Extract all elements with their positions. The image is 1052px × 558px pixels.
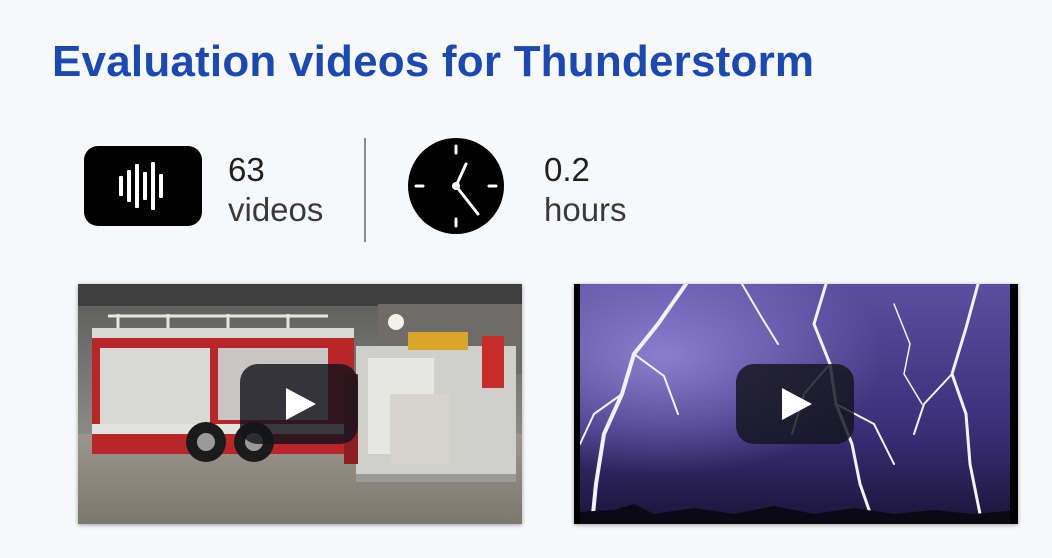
play-icon bbox=[286, 388, 316, 420]
page-title: Evaluation videos for Thunderstorm bbox=[52, 37, 815, 86]
hours-label: hours bbox=[544, 191, 627, 228]
play-button[interactable] bbox=[240, 364, 358, 444]
videos-stat-text: 63 videos bbox=[228, 150, 323, 230]
hours-count: 0.2 bbox=[544, 151, 590, 188]
stats-bar: 63 videos 0.2 hours bbox=[84, 138, 684, 242]
video-thumbnail-fire-trucks[interactable] bbox=[78, 284, 522, 524]
video-thumbnail-grid bbox=[78, 284, 1018, 524]
videos-count: 63 bbox=[228, 151, 265, 188]
hours-stat-text: 0.2 hours bbox=[544, 150, 627, 230]
video-waveform-icon bbox=[84, 146, 202, 231]
play-icon bbox=[782, 388, 812, 420]
video-thumbnail-lightning[interactable] bbox=[574, 284, 1018, 524]
stats-divider bbox=[364, 138, 366, 242]
clock-icon bbox=[408, 138, 504, 239]
play-button[interactable] bbox=[736, 364, 854, 444]
videos-label: videos bbox=[228, 191, 324, 228]
